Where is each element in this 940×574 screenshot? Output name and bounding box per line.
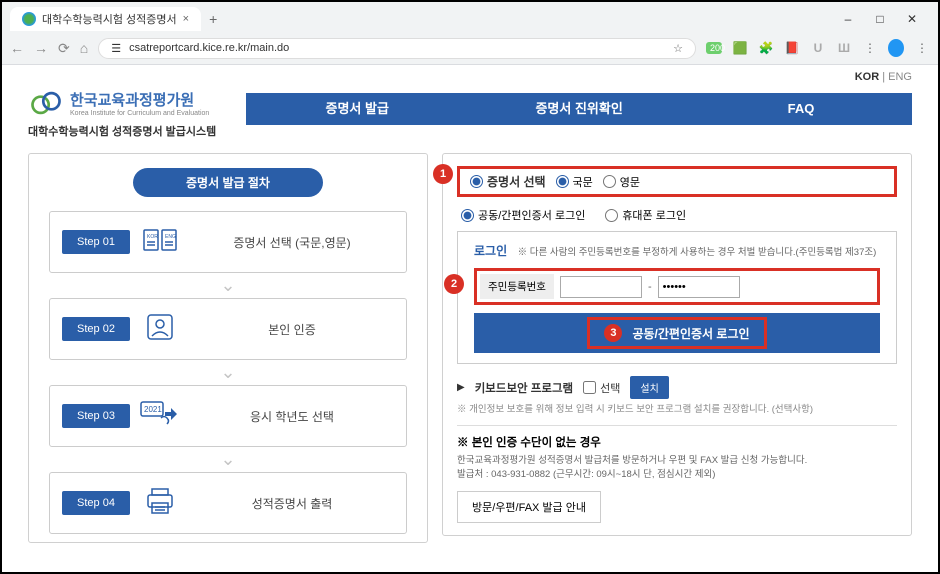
extension-icons: 200 🟩 🧩 📕 U Ш ⋮ ⋮ <box>706 39 930 57</box>
callout-2: 2 <box>444 274 464 294</box>
more-icon[interactable]: ⋮ <box>862 41 878 55</box>
logo-title: 한국교육과정평가원 <box>70 89 209 110</box>
rrn-row: 주민등록번호 - <box>474 268 880 305</box>
rrn-label: 주민등록번호 <box>480 274 554 299</box>
callout-3: 3 <box>604 324 622 342</box>
home-button[interactable]: ⌂ <box>80 40 88 56</box>
login-card: 1 증명서 선택 국문 영문 공동/간편인증서 로그인 휴대폰 로그인 로그인 … <box>442 153 912 536</box>
logo-subtitle: Korea Institute for Curriculum and Evalu… <box>70 110 209 117</box>
back-button[interactable]: ← <box>10 40 24 56</box>
browser-chrome: 대학수학능력시험 성적증명서 × + – □ ✕ ← → ⟳ ⌂ ☰ csatr… <box>2 2 938 65</box>
login-title: 로그인 <box>474 242 507 259</box>
page-content: KOR | ENG 한국교육과정평가원 Korea Institute for … <box>2 65 938 543</box>
extension-icon[interactable]: Ш <box>836 41 852 55</box>
login-method-row: 공동/간편인증서 로그인 휴대폰 로그인 <box>457 207 897 231</box>
tab-title: 대학수학능력시험 성적증명서 <box>42 11 177 27</box>
site-settings-icon[interactable]: ☰ <box>111 42 121 55</box>
user-auth-icon <box>130 311 190 348</box>
address-bar: ← → ⟳ ⌂ ☰ csatreportcard.kice.re.kr/main… <box>2 32 938 64</box>
extension-icon[interactable]: 🟩 <box>732 41 748 55</box>
method-cert[interactable]: 공동/간편인증서 로그인 <box>461 207 585 223</box>
opt-korean[interactable]: 국문 <box>556 174 593 190</box>
nav-faq[interactable]: FAQ <box>690 93 912 125</box>
svg-text:KOR: KOR <box>147 234 158 240</box>
more-icon[interactable]: ⋮ <box>914 41 930 55</box>
tab-bar: 대학수학능력시험 성적증명서 × + – □ ✕ <box>2 2 938 32</box>
step-04: Step 04 성적증명서 출력 <box>49 472 407 534</box>
subsystem-title: 대학수학능력시험 성적증명서 발급시스템 <box>28 123 216 139</box>
lang-eng[interactable]: ENG <box>888 71 912 83</box>
extension-icon[interactable]: 200 <box>706 42 722 54</box>
step-03: Step 03 2021 응시 학년도 선택 <box>49 385 407 447</box>
step-02: Step 02 본인 인증 <box>49 298 407 360</box>
kb-note: ※ 개인정보 보호를 위해 정보 입력 시 키보드 보안 프로그램 설치를 권장… <box>457 401 897 415</box>
extension-icon[interactable]: U <box>810 41 826 55</box>
install-button[interactable]: 설치 <box>630 376 668 399</box>
visit-info-button[interactable]: 방문/우편/FAX 발급 안내 <box>457 491 601 523</box>
rrn-input-2[interactable] <box>658 276 740 298</box>
page-header: 한국교육과정평가원 Korea Institute for Curriculum… <box>28 85 912 139</box>
nav-issue[interactable]: 증명서 발급 <box>246 93 468 125</box>
certificate-select-row: 증명서 선택 국문 영문 <box>457 166 897 197</box>
no-auth-note1: 한국교육과정평가원 성적증명서 발급처를 방문하거나 우편 및 FAX 발급 신… <box>457 454 897 468</box>
triangle-icon: ▶ <box>457 382 465 393</box>
window-controls: – □ ✕ <box>834 12 930 26</box>
opt-english[interactable]: 영문 <box>603 174 640 190</box>
close-tab-icon[interactable]: × <box>183 13 189 25</box>
kb-select-checkbox[interactable]: 선택 <box>583 380 620 396</box>
main-nav: 증명서 발급 증명서 진위확인 FAQ <box>246 93 912 125</box>
minimize-button[interactable]: – <box>834 12 862 26</box>
svg-text:2021: 2021 <box>144 405 162 414</box>
forward-button[interactable]: → <box>34 40 48 56</box>
divider <box>457 425 897 426</box>
printer-icon <box>130 485 190 522</box>
certificate-select-radio[interactable]: 증명서 선택 <box>470 173 546 190</box>
no-auth-title: ※ 본인 인증 수단이 없는 경우 <box>457 434 897 450</box>
new-tab-button[interactable]: + <box>201 11 225 27</box>
cert-login-button[interactable]: 3 공동/간편인증서 로그인 <box>474 313 880 353</box>
chevron-down-icon: ⌄ <box>49 449 407 470</box>
callout-1: 1 <box>433 164 453 184</box>
rrn-input-1[interactable] <box>560 276 642 298</box>
url-box[interactable]: ☰ csatreportcard.kice.re.kr/main.do ☆ <box>98 38 696 59</box>
browser-tab[interactable]: 대학수학능력시험 성적증명서 × <box>10 7 201 31</box>
login-box: 로그인 ※ 다른 사람의 주민등록번호를 부정하게 사용하는 경우 처벌 받습니… <box>457 231 897 364</box>
lang-kor[interactable]: KOR <box>855 71 879 83</box>
chevron-down-icon: ⌄ <box>49 362 407 383</box>
reload-button[interactable]: ⟳ <box>58 40 70 57</box>
url-text: csatreportcard.kice.re.kr/main.do <box>129 42 289 54</box>
extension-icon[interactable]: 📕 <box>784 41 800 55</box>
bookmark-star-icon[interactable]: ☆ <box>673 42 683 55</box>
svg-text:ENG: ENG <box>165 234 176 240</box>
nav-verify[interactable]: 증명서 진위확인 <box>468 93 690 125</box>
procedure-card: 증명서 발급 절차 Step 01 KORENG 증명서 선택 (국문,영문) … <box>28 153 428 543</box>
close-window-button[interactable]: ✕ <box>898 12 926 26</box>
logo[interactable]: 한국교육과정평가원 Korea Institute for Curriculum… <box>28 85 216 121</box>
favicon-icon <box>22 12 36 26</box>
chevron-down-icon: ⌄ <box>49 275 407 296</box>
procedure-title: 증명서 발급 절차 <box>133 168 323 197</box>
profile-icon[interactable] <box>888 39 904 57</box>
step-01: Step 01 KORENG 증명서 선택 (국문,영문) <box>49 211 407 273</box>
extension-icon[interactable]: 🧩 <box>758 41 774 55</box>
method-phone[interactable]: 휴대폰 로그인 <box>605 207 686 223</box>
maximize-button[interactable]: □ <box>866 12 894 26</box>
login-note: ※ 다른 사람의 주민등록번호를 부정하게 사용하는 경우 처벌 받습니다.(주… <box>518 247 877 258</box>
keyboard-security-row: ▶ 키보드보안 프로그램 선택 설치 <box>457 376 897 399</box>
year-select-icon: 2021 <box>130 398 190 435</box>
language-switcher: KOR | ENG <box>28 65 912 85</box>
no-auth-note2: 발급처 : 043-931-0882 (근무시간: 09시~18시 단, 점심시… <box>457 468 897 482</box>
logo-icon <box>28 85 64 121</box>
document-icon: KOR ENG <box>130 224 190 261</box>
